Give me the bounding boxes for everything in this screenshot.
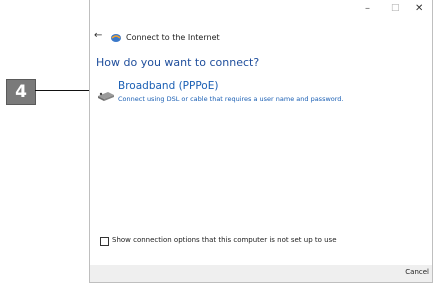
option-description: Connect using DSL or cable that requires…: [118, 95, 344, 103]
window-title: Connect to the Internet: [126, 33, 220, 42]
back-arrow-icon[interactable]: ←: [94, 30, 102, 41]
connect-to-internet-window: – □ ✕ ← Connect to the Internet How do y…: [89, 0, 433, 283]
modem-icon: [98, 92, 114, 101]
footer-bar: Cancel: [90, 265, 432, 282]
option-title[interactable]: Broadband (PPPoE): [118, 80, 218, 92]
nav-row: ← Connect to the Internet: [90, 30, 432, 46]
minimize-button[interactable]: –: [365, 3, 370, 14]
step-number-label: 4: [6, 79, 36, 105]
broadband-pppoe-option[interactable]: Broadband (PPPoE) Connect using DSL or c…: [96, 80, 426, 110]
cancel-button[interactable]: Cancel: [405, 268, 429, 276]
show-options-checkbox[interactable]: [100, 237, 109, 246]
page-heading: How do you want to connect?: [96, 56, 260, 69]
maximize-button[interactable]: □: [391, 3, 400, 13]
show-options-label[interactable]: Show connection options that this comput…: [112, 236, 337, 244]
close-button[interactable]: ✕: [415, 3, 423, 14]
network-globe-icon: [111, 34, 121, 42]
